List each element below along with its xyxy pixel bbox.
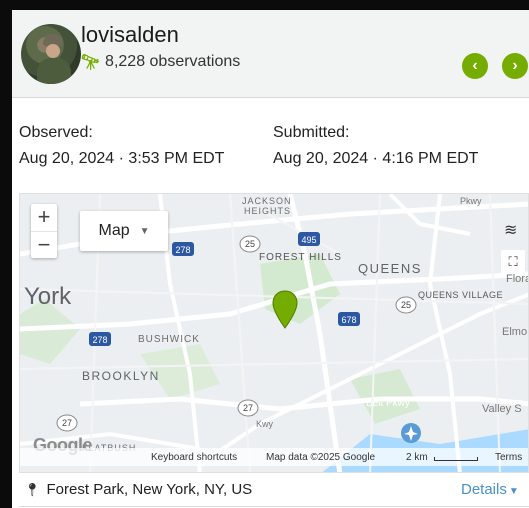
zoom-controls: + − [31, 204, 57, 258]
details-label: Details [461, 481, 507, 498]
terms-link[interactable]: Terms [495, 452, 522, 463]
map-label-queens-village: QUEENS VILLAGE [418, 290, 503, 300]
observation-count-label: 8,228 observations [105, 53, 241, 70]
observer-header: lovisalden 🔭︎ 8,228 observations ‹ › [12, 10, 529, 98]
map-label-forest-hills: FOREST HILLS [259, 252, 342, 263]
svg-text:495: 495 [301, 235, 316, 245]
map-label-queens: QUEENS [358, 261, 422, 276]
username-link[interactable]: lovisalden [81, 22, 179, 48]
location-map[interactable]: 495 278 278 678 25 25 27 27 York JACKSON… [19, 193, 529, 473]
details-dropdown[interactable]: Details ▼ [461, 481, 519, 498]
map-type-dropdown[interactable]: Map ▼ [80, 211, 168, 251]
map-label-bushwick: BUSHWICK [138, 334, 200, 345]
previous-observation-button[interactable]: ‹ [462, 53, 488, 79]
map-type-label: Map [98, 222, 130, 239]
zoom-out-button[interactable]: − [31, 231, 57, 258]
location-place-name: Forest Park, New York, NY, US [46, 481, 253, 498]
layers-icon[interactable]: ≋ [504, 220, 517, 240]
route-shield-27a: 27 [237, 399, 259, 417]
map-data-credit: Map data ©2025 Google [266, 452, 376, 463]
svg-text:678: 678 [341, 315, 356, 325]
map-label-pkwy: Pkwy [460, 196, 482, 206]
map-scale-label[interactable]: 2 km [406, 452, 428, 463]
map-scale-bar [434, 457, 478, 461]
map-label-jackson: JACKSON [242, 196, 292, 206]
observation-map-pin[interactable] [272, 290, 298, 330]
map-label-heights: HEIGHTS [244, 206, 291, 216]
observed-date: Aug 20, 2024 · 3:53 PM EDT [19, 150, 225, 167]
map-label-kwy: Kwy [256, 419, 274, 429]
zoom-in-button[interactable]: + [31, 204, 57, 231]
map-footer-bar: Keyboard shortcuts Map data ©2025 Google… [20, 448, 528, 466]
map-label-elmo: Elmo [502, 326, 527, 338]
map-label-valley: Valley S [482, 403, 522, 415]
submitted-date: Aug 20, 2024 · 4:16 PM EDT [273, 150, 479, 167]
map-label-brooklyn: BROOKLYN [82, 369, 160, 383]
chevron-left-icon: ‹ [472, 57, 478, 74]
observation-panel: lovisalden 🔭︎ 8,228 observations ‹ › Obs… [0, 0, 529, 508]
submitted-label: Submitted: [273, 124, 350, 141]
svg-text:27: 27 [243, 403, 253, 413]
map-label-york: York [24, 283, 72, 310]
map-label-flora: Flora [506, 273, 529, 285]
route-shield-495: 495 [298, 232, 320, 246]
svg-text:25: 25 [245, 239, 255, 249]
map-marker-icon: 📍︎ [24, 481, 41, 497]
route-shield-278b: 278 [89, 332, 111, 346]
airport-icon [401, 423, 421, 443]
observed-label: Observed: [19, 124, 93, 141]
route-shield-25b: 25 [395, 296, 417, 314]
chevron-right-icon: › [512, 57, 518, 74]
map-label-belt-pkwy: Belt Pkwy [366, 398, 410, 409]
route-shield-678: 678 [338, 312, 360, 326]
route-shield-27b: 27 [56, 414, 78, 432]
route-shield-25a: 25 [239, 235, 261, 253]
caret-down-icon: ▼ [508, 486, 519, 497]
svg-text:278: 278 [175, 245, 190, 255]
location-row: 📍︎ Forest Park, New York, NY, US Details… [19, 473, 529, 507]
caret-down-icon: ▼ [139, 225, 150, 237]
route-shield-278a: 278 [172, 242, 194, 256]
keyboard-shortcuts-link[interactable]: Keyboard shortcuts [151, 452, 237, 463]
observation-count[interactable]: 🔭︎ 8,228 observations [81, 53, 240, 71]
fullscreen-icon[interactable]: ⛶ [501, 250, 525, 274]
svg-text:278: 278 [92, 335, 107, 345]
svg-text:25: 25 [401, 300, 411, 310]
svg-text:27: 27 [62, 418, 72, 428]
binoculars-icon: 🔭︎ [81, 54, 101, 71]
avatar[interactable] [21, 24, 81, 84]
next-observation-button[interactable]: › [502, 53, 528, 79]
